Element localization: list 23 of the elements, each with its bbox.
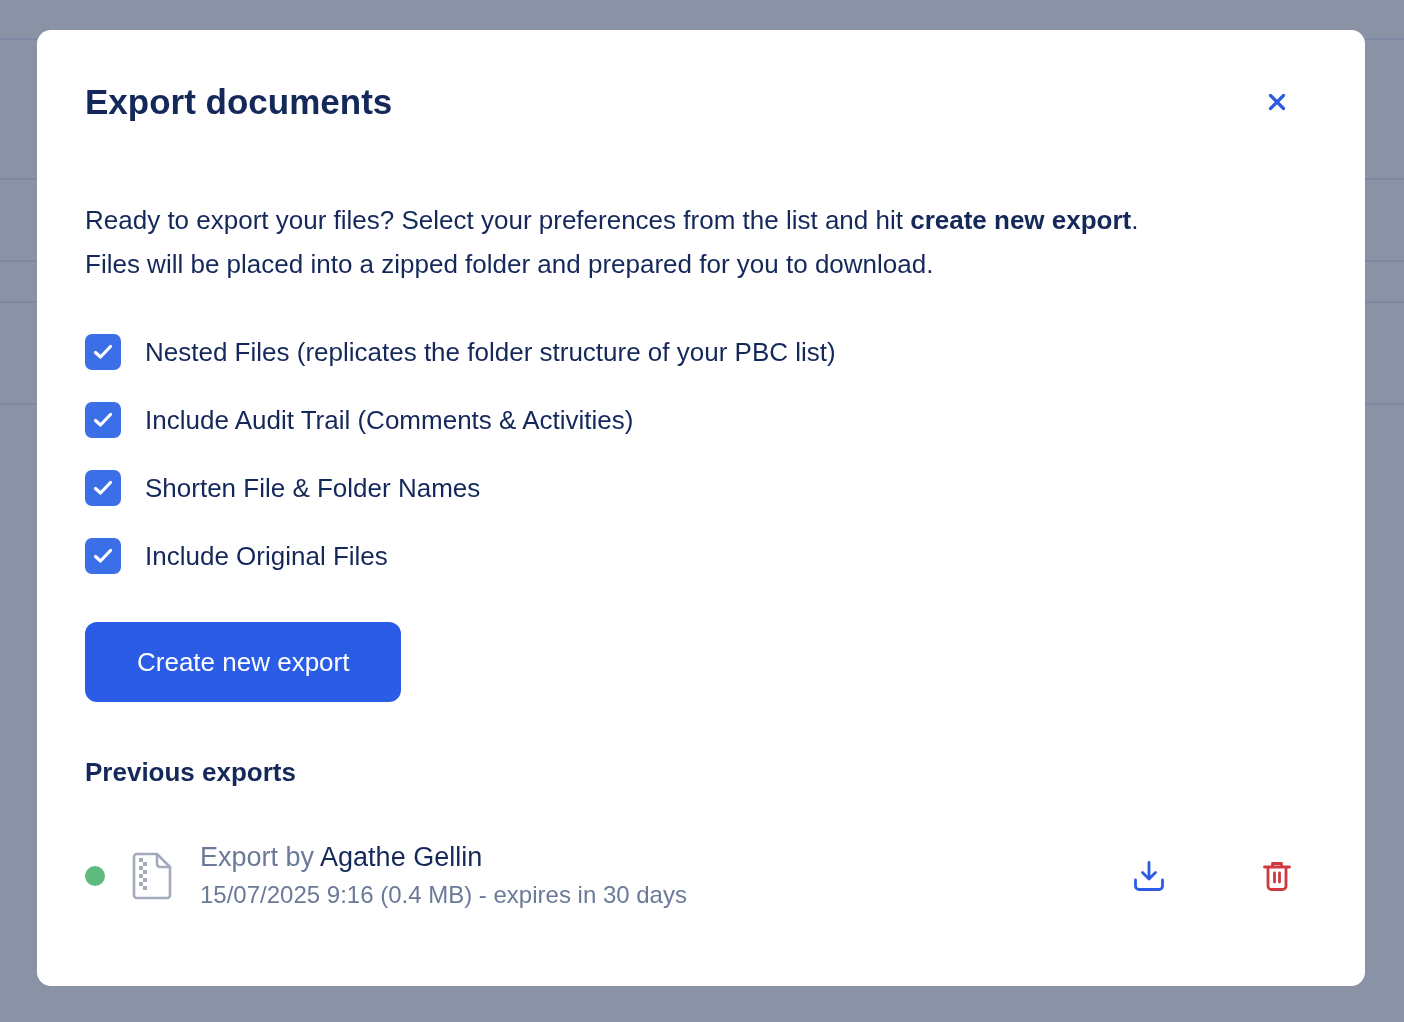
export-details: 15/07/2025 9:16 (0.4 MB) - expires in 30 days [200,880,688,910]
checkbox[interactable] [85,470,121,506]
trash-icon [1263,861,1291,891]
option-label: Nested Files (replicates the folder structure of your PBC list) [145,336,836,369]
check-icon [93,412,113,428]
option-label: Shorten File & Folder Names [145,472,481,505]
close-icon [1268,93,1286,111]
section-heading: Previous exports [85,756,296,789]
download-icon [1133,860,1165,892]
option-label: Include Audit Trail (Comments & Activities) [145,404,634,437]
check-icon [93,548,113,564]
check-icon [93,344,113,360]
create-export-button[interactable]: Create new export [85,622,402,702]
intro-text: Ready to export your files? Select your preferences from the list and hit create new export. [85,204,1139,237]
intro-text: Files will be placed into a zipped folder and prepared for you to download. [85,248,935,281]
checkbox[interactable] [85,334,121,370]
checkbox[interactable] [85,538,121,574]
export-title: Export by Agathe Gellin [200,841,484,874]
option-label: Include Original Files [145,540,388,573]
zip-file-icon [132,852,172,900]
checkbox[interactable] [85,402,121,438]
dialog-title: Export documents [85,81,393,123]
check-icon [93,480,113,496]
